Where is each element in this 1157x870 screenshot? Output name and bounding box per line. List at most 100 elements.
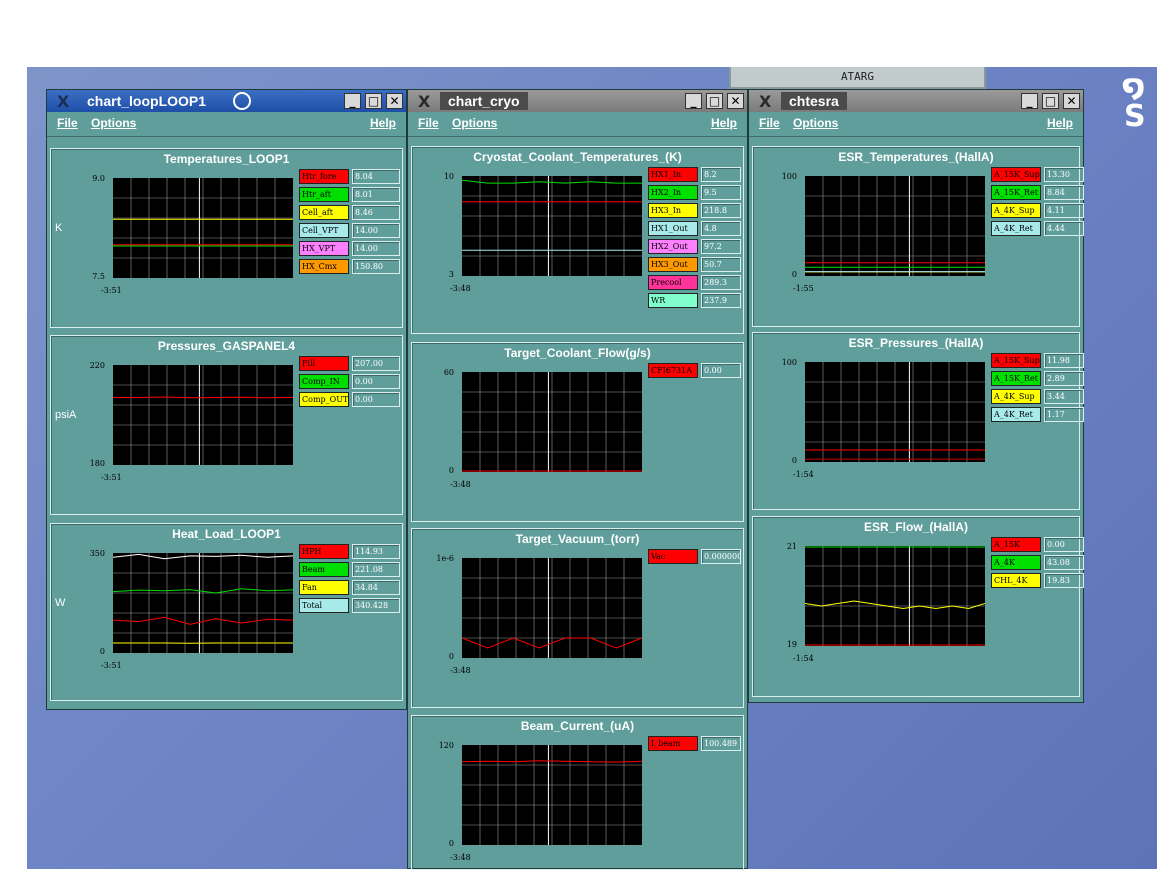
legend-row[interactable]: HX_Cmx150.80: [299, 259, 400, 274]
legend-row[interactable]: A_4K43.08: [991, 555, 1077, 570]
legend-value: 19.83: [1044, 573, 1084, 588]
x-start-label: -3:51: [101, 473, 122, 482]
title-bar[interactable]: Xchart_cryo_□✕: [408, 90, 747, 112]
menu-file[interactable]: File: [418, 116, 439, 130]
minimize-button[interactable]: _: [685, 93, 702, 109]
window-chart_cryo[interactable]: Xchart_cryo_□✕ File Options Help Cryostat_Co…: [407, 89, 748, 869]
legend-row[interactable]: HPH114.93: [299, 544, 400, 559]
minimize-button[interactable]: _: [344, 93, 361, 109]
legend-value: 8.04: [352, 169, 400, 184]
maximize-button[interactable]: □: [706, 93, 723, 109]
legend-row[interactable]: HX1_Out4.8: [648, 221, 741, 236]
plot-area[interactable]: [113, 553, 293, 653]
minimize-button[interactable]: _: [1021, 93, 1038, 109]
legend-row[interactable]: Comp_OUT0.00: [299, 392, 400, 407]
swirl-icon[interactable]: [233, 92, 251, 110]
legend-row[interactable]: A_15K_Ret2.89: [991, 371, 1077, 386]
window-title: chtesra: [781, 92, 847, 110]
plot-area[interactable]: [805, 176, 985, 276]
plot-area[interactable]: [462, 176, 642, 276]
legend-row[interactable]: Cell_aft8.46: [299, 205, 400, 220]
x-app-icon[interactable]: X: [759, 92, 771, 111]
menu-options[interactable]: Options: [91, 116, 136, 130]
chart-panel: Pressures_GASPANEL4220180-3:51psiAFill20…: [50, 335, 403, 515]
plot-area[interactable]: [462, 745, 642, 845]
legend-row[interactable]: Precool289.3: [648, 275, 741, 290]
chart-title: Pressures_GASPANEL4: [51, 339, 402, 353]
close-button[interactable]: ✕: [386, 93, 403, 109]
x-app-icon[interactable]: X: [418, 92, 430, 111]
plot-area[interactable]: [462, 558, 642, 658]
legend-row[interactable]: HX_VPT14.00: [299, 241, 400, 256]
plot-area[interactable]: [113, 365, 293, 465]
plot-area[interactable]: [462, 372, 642, 472]
chart-title: Heat_Load_LOOP1: [51, 527, 402, 541]
legend-row[interactable]: Vac0.0000002: [648, 549, 741, 564]
menu-help[interactable]: Help: [370, 116, 396, 130]
menu-bar: File Options Help: [47, 112, 406, 137]
series-line-Fill: [113, 397, 293, 398]
title-bar[interactable]: Xchtesra _□✕: [749, 90, 1083, 112]
plot-area[interactable]: [805, 362, 985, 462]
plot-area[interactable]: [113, 178, 293, 278]
legend-row[interactable]: Comp_IN0.00: [299, 374, 400, 389]
close-button[interactable]: ✕: [727, 93, 744, 109]
legend-row[interactable]: Cell_VPT14.00: [299, 223, 400, 238]
menu-help-label: Help: [1047, 116, 1073, 130]
legend-row[interactable]: HX3_In218.8: [648, 203, 741, 218]
atarg-window-fragment[interactable]: ATARG: [729, 67, 986, 89]
legend-value: 0.00: [352, 374, 400, 389]
legend-row[interactable]: Htr_aft8.01: [299, 187, 400, 202]
legend-row[interactable]: Fan34.84: [299, 580, 400, 595]
chart-title: Cryostat_Coolant_Temperatures_(K): [412, 150, 743, 164]
legend-row[interactable]: A_4K_Sup3.44: [991, 389, 1077, 404]
legend-name: HX2_Out: [648, 239, 698, 254]
legend-name: A_15K_Sup: [991, 167, 1041, 182]
plot-svg: [462, 176, 642, 276]
maximize-button[interactable]: □: [365, 93, 382, 109]
menu-help[interactable]: Help: [711, 116, 737, 130]
legend-row[interactable]: HX2_Out97.2: [648, 239, 741, 254]
x-app-icon[interactable]: X: [57, 92, 69, 111]
window-title: chart_loopLOOP1: [79, 92, 214, 110]
legend-row[interactable]: Fill207.00: [299, 356, 400, 371]
legend-row[interactable]: HX2_In9.5: [648, 185, 741, 200]
legend-row[interactable]: A_15K_Sup11.98: [991, 353, 1077, 368]
legend-row[interactable]: WR237.9: [648, 293, 741, 308]
legend-name: Precool: [648, 275, 698, 290]
close-button[interactable]: ✕: [1063, 93, 1080, 109]
menu-options[interactable]: Options: [452, 116, 497, 130]
legend-row[interactable]: Htr_fore8.04: [299, 169, 400, 184]
y-max-label: 10: [444, 172, 454, 181]
legend-row[interactable]: A_4K_Ret1.17: [991, 407, 1077, 422]
window-chart_loopLOOP1[interactable]: Xchart_loopLOOP1_□✕FileOptionsHelpTemper…: [46, 89, 407, 710]
legend-name: A_4K_Sup: [991, 389, 1041, 404]
legend-row[interactable]: A_15K0.00: [991, 537, 1077, 552]
legend-row[interactable]: Total340.428: [299, 598, 400, 613]
legend-value: 97.2: [701, 239, 741, 254]
chart-panel: ESR_Temperatures_(HallA)1000-1:55A_15K_S…: [752, 146, 1080, 327]
menu-bar: File Options Help: [408, 112, 747, 137]
legend-row[interactable]: A_4K_Sup4.11: [991, 203, 1077, 218]
legend-row[interactable]: Beam221.08: [299, 562, 400, 577]
menu-options[interactable]: Options: [793, 116, 838, 130]
title-bar[interactable]: Xchart_loopLOOP1 _□✕: [47, 90, 406, 112]
legend-row[interactable]: HX1_In8.2: [648, 167, 741, 182]
legend-row[interactable]: A_15K_Sup13.30: [991, 167, 1077, 182]
menu-file[interactable]: File: [759, 116, 780, 130]
legend-name: Htr_fore: [299, 169, 349, 184]
maximize-button[interactable]: □: [1042, 93, 1059, 109]
legend-row[interactable]: I_beam100.489: [648, 736, 741, 751]
menu-help[interactable]: Help: [1047, 116, 1073, 130]
plot-svg: [805, 362, 985, 462]
menu-file[interactable]: File: [57, 116, 78, 130]
window-chtesra[interactable]: Xchtesra _□✕ File Options Help ESR_Temperatur…: [748, 89, 1084, 703]
legend-row[interactable]: A_15K_Ret8.84: [991, 185, 1077, 200]
legend-row[interactable]: HX3_Out50.7: [648, 257, 741, 272]
legend-row[interactable]: CFI6731A0.00: [648, 363, 741, 378]
legend-row[interactable]: CHL_4K19.83: [991, 573, 1077, 588]
plot-svg: [113, 178, 293, 278]
plot-area[interactable]: [805, 546, 985, 646]
x-start-label: -3:48: [450, 666, 471, 675]
legend-row[interactable]: A_4K_Ret4.44: [991, 221, 1077, 236]
